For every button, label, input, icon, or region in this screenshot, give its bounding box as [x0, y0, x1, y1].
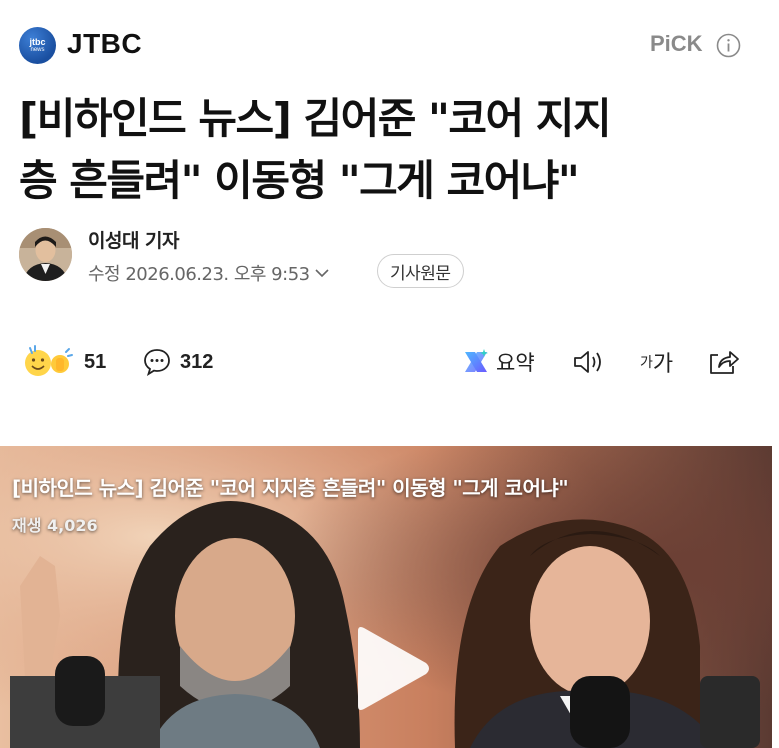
- video-view-count: 재생 4,026: [12, 516, 98, 535]
- original-article-button[interactable]: 기사원문: [377, 254, 464, 288]
- font-size-large-label: 가: [652, 352, 674, 377]
- press-logo[interactable]: jtbc news: [19, 27, 56, 64]
- font-size-button[interactable]: 가 가: [640, 340, 673, 384]
- headline-line-2: 층 흔들려" 이동형 "그게 코어냐": [19, 156, 580, 205]
- comment-icon: [144, 349, 170, 377]
- video-player[interactable]: [비하인드 뉴스] 김어준 "코어 지지층 흔들려" 이동형 "그게 코어냐" …: [0, 446, 772, 748]
- pick-label: PiCK: [650, 31, 703, 56]
- article-datetime[interactable]: 수정 2026.06.23. 오후 9:53: [88, 260, 330, 286]
- chevron-down-icon: [315, 269, 329, 278]
- reporter-photo: [19, 228, 72, 281]
- article-headline: [비하인드 뉴스] 김어준 "코어 지지 층 흔들려" 이동형 "그게 코어냐": [19, 88, 759, 212]
- press-header: jtbc news JTBC PiCK: [0, 0, 779, 90]
- summary-label: 요약: [496, 351, 535, 375]
- share-button[interactable]: [706, 340, 740, 384]
- reaction-emoji-icon: [25, 345, 73, 376]
- font-size-small-label: 가: [640, 355, 653, 371]
- reporter-avatar[interactable]: [19, 228, 72, 281]
- reaction-count: 51: [84, 350, 107, 373]
- press-logo-subtext: news: [30, 46, 45, 53]
- text-to-speech-button[interactable]: [572, 340, 606, 384]
- press-logo-text: jtbc: [29, 36, 46, 47]
- play-icon[interactable]: [340, 621, 435, 716]
- speaker-icon: [574, 351, 601, 373]
- article-actions: 51 312 요약 가 가: [0, 340, 779, 384]
- share-icon: [710, 351, 739, 374]
- press-name[interactable]: JTBC: [67, 28, 142, 60]
- summary-button[interactable]: 요약: [462, 340, 535, 384]
- reporter-name[interactable]: 이성대 기자: [88, 226, 180, 253]
- datetime-text: 수정 2026.06.23. 오후 9:53: [88, 264, 310, 285]
- info-icon[interactable]: [716, 33, 741, 58]
- comment-count: 312: [180, 350, 214, 373]
- headline-line-1: [비하인드 뉴스] 김어준 "코어 지지: [19, 94, 612, 143]
- ai-summary-icon: [465, 349, 488, 372]
- reaction-button[interactable]: 51: [22, 340, 106, 384]
- comment-button[interactable]: 312: [142, 340, 213, 384]
- video-title: [비하인드 뉴스] 김어준 "코어 지지층 흔들려" 이동형 "그게 코어냐": [12, 476, 569, 500]
